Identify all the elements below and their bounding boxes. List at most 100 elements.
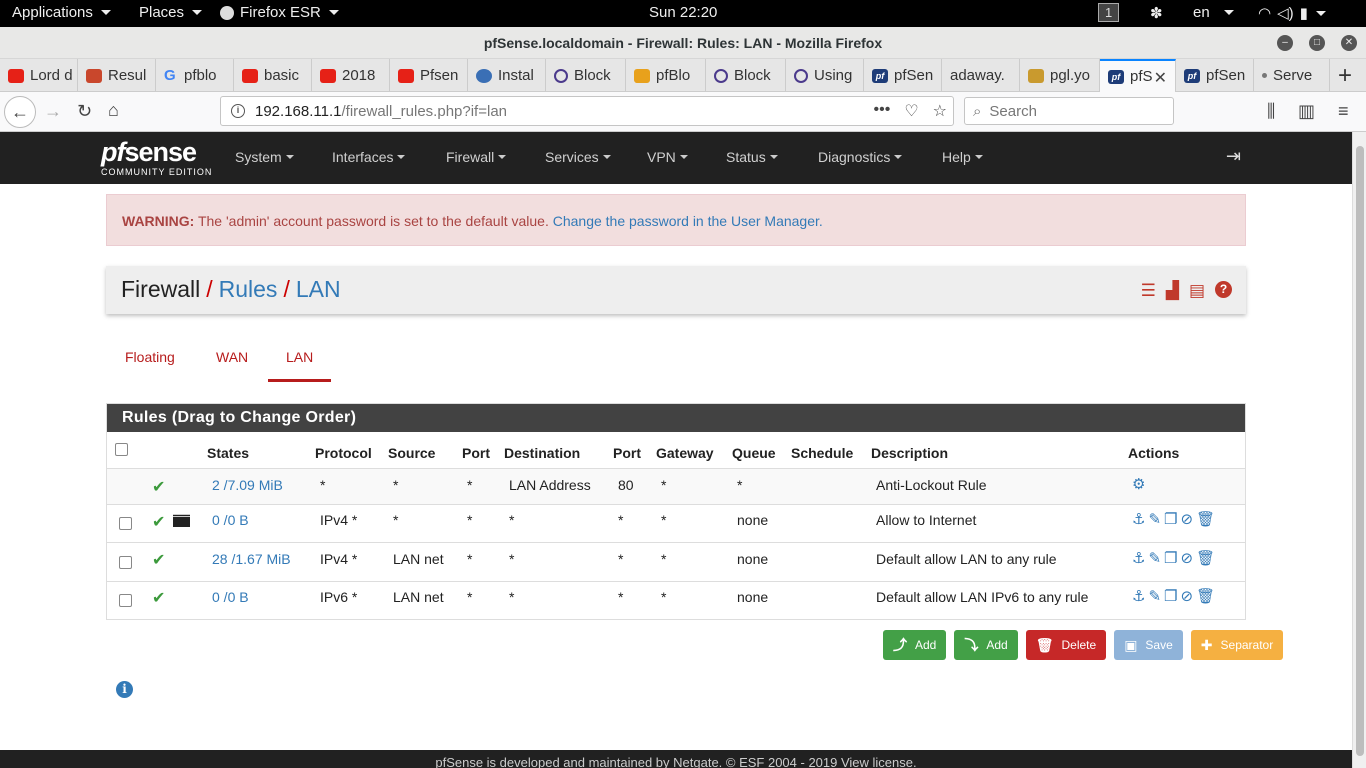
copy-icon[interactable]: ❐ — [1164, 549, 1177, 567]
bar-chart-icon[interactable]: ▟ — [1166, 281, 1179, 301]
sliders-icon[interactable]: ☰ — [1141, 281, 1156, 301]
page-scrollbar[interactable] — [1352, 132, 1366, 768]
select-all-checkbox[interactable] — [115, 443, 128, 456]
close-window-button[interactable]: ✕ — [1341, 35, 1357, 51]
copy-icon[interactable]: ❐ — [1164, 510, 1177, 528]
rule-checkbox[interactable] — [119, 594, 132, 607]
rule-checkbox[interactable] — [119, 556, 132, 569]
menu-help[interactable]: Help — [942, 149, 983, 165]
browser-tab[interactable]: Using — [786, 59, 864, 92]
pencil-icon[interactable]: ✎ — [1148, 549, 1161, 567]
new-tab-button[interactable]: + — [1338, 62, 1352, 90]
disable-icon[interactable]: ⊘ — [1180, 549, 1193, 567]
clock[interactable]: Sun 22:20 — [649, 4, 717, 21]
browser-tab[interactable]: Instal — [468, 59, 546, 92]
rule-states-link[interactable]: 28 /1.67 MiB — [212, 551, 291, 567]
library-icon[interactable]: ⫼ — [1267, 101, 1275, 122]
browser-tab[interactable]: Block — [546, 59, 626, 92]
orange-icon — [634, 68, 650, 83]
accessibility-icon[interactable]: ✽ — [1150, 4, 1163, 22]
pencil-icon[interactable]: ✎ — [1148, 510, 1161, 528]
places-menu[interactable]: Places — [139, 4, 203, 21]
language-menu[interactable]: en — [1193, 4, 1234, 21]
home-button[interactable]: ⌂ — [108, 100, 119, 121]
scroll-thumb[interactable] — [1356, 146, 1364, 756]
back-button[interactable]: ← — [4, 96, 36, 128]
tab-floating[interactable]: Floating — [107, 338, 193, 382]
menu-services[interactable]: Services — [545, 149, 611, 165]
hamburger-menu-icon[interactable]: ≡ — [1338, 101, 1349, 122]
battery-icon: ▮ — [1299, 5, 1308, 22]
browser-tab[interactable]: Gpfblo — [156, 59, 234, 92]
browser-tab[interactable]: Pfsen — [390, 59, 468, 92]
trash-icon[interactable]: 🗑 — [1196, 549, 1215, 567]
ring-icon — [794, 68, 808, 83]
forward-button[interactable]: → — [44, 101, 62, 122]
browser-tab[interactable]: adaway. — [942, 59, 1020, 92]
trash-icon[interactable]: 🗑 — [1196, 587, 1215, 605]
disable-icon[interactable]: ⊘ — [1180, 587, 1193, 605]
tab-wan[interactable]: WAN — [198, 338, 266, 382]
anchor-icon[interactable]: ⚓ — [1132, 587, 1145, 605]
app-menu[interactable]: Firefox ESR — [220, 4, 339, 21]
add-top-button[interactable]: ⤴ Add — [883, 630, 947, 660]
browser-tab[interactable]: Resul — [78, 59, 156, 92]
column-header: Schedule — [791, 445, 854, 461]
reload-button[interactable]: ↻ — [77, 101, 92, 122]
pfsense-logo[interactable]: pfsense COMMUNITY EDITION — [101, 138, 212, 177]
browser-tab[interactable]: pfBlo — [626, 59, 706, 92]
browser-tab[interactable]: pf pfSen — [1176, 59, 1254, 92]
menu-system[interactable]: System — [235, 149, 294, 165]
anchor-icon[interactable]: ⚓ — [1132, 549, 1145, 567]
tab-lan[interactable]: LAN — [268, 338, 332, 382]
sidebar-icon[interactable]: ▥ — [1298, 101, 1315, 122]
menu-interfaces[interactable]: Interfaces — [332, 149, 406, 165]
browser-tab[interactable]: Lord d — [0, 59, 78, 92]
page-actions-icon[interactable]: ••• — [874, 101, 891, 121]
info-icon[interactable]: i — [231, 104, 245, 118]
pocket-icon[interactable]: ♡ — [904, 101, 918, 121]
trash-icon[interactable]: 🗑 — [1196, 510, 1215, 528]
browser-tab[interactable]: pgl.yo — [1020, 59, 1100, 92]
info-icon[interactable]: i — [116, 681, 133, 698]
separator-button[interactable]: ✚ Separator — [1190, 630, 1284, 660]
rule-states-link[interactable]: 2 /7.09 MiB — [212, 477, 283, 493]
menu-diagnostics[interactable]: Diagnostics — [818, 149, 903, 165]
browser-tab[interactable]: Serve — [1254, 59, 1330, 92]
close-icon[interactable]: ✕ — [1154, 68, 1167, 88]
browser-tab[interactable]: Block — [706, 59, 786, 92]
maximize-button[interactable]: □ — [1309, 35, 1325, 51]
workspace-indicator[interactable]: 1 — [1098, 3, 1120, 22]
help-icon[interactable]: ? — [1215, 281, 1232, 298]
browser-tab[interactable]: basic — [234, 59, 312, 92]
change-password-link[interactable]: Change the password in the User Manager. — [553, 213, 823, 229]
browser-tab[interactable]: 2018 — [312, 59, 390, 92]
search-input[interactable]: ⌕ Search — [964, 97, 1174, 125]
logout-icon[interactable]: ⇥ — [1226, 146, 1241, 167]
add-bottom-button[interactable]: ⤵ Add — [954, 630, 1018, 660]
browser-tab-active[interactable]: pf pfS ✕ — [1100, 59, 1176, 92]
copy-icon[interactable]: ❐ — [1164, 587, 1177, 605]
menu-status[interactable]: Status — [726, 149, 778, 165]
anchor-icon[interactable]: ⚓ — [1132, 510, 1145, 528]
bookmark-star-icon[interactable]: ☆ — [933, 101, 947, 121]
rule-states-link[interactable]: 0 /0 B — [212, 589, 249, 605]
minimize-button[interactable]: – — [1277, 35, 1293, 51]
breadcrumb-rules-link[interactable]: Rules — [219, 276, 278, 303]
disable-icon[interactable]: ⊘ — [1180, 510, 1193, 528]
menu-firewall[interactable]: Firewall — [446, 149, 507, 165]
applications-menu[interactable]: Applications — [12, 4, 111, 21]
menu-vpn[interactable]: VPN — [647, 149, 688, 165]
url-bar[interactable]: i 192.168.11.1/firewall_rules.php?if=lan… — [220, 96, 954, 126]
delete-button[interactable]: 🗑 Delete — [1025, 630, 1107, 660]
save-button[interactable]: ▣ Save — [1114, 630, 1183, 660]
system-status-menu[interactable]: ◠ ◁) ▮ — [1258, 4, 1326, 22]
list-icon[interactable]: ▤ — [1189, 281, 1205, 301]
rule-states-link[interactable]: 0 /0 B — [212, 512, 249, 528]
breadcrumb-lan-link[interactable]: LAN — [296, 276, 341, 303]
pencil-icon[interactable]: ✎ — [1148, 587, 1161, 605]
gear-icon[interactable]: ⚙ — [1132, 475, 1145, 493]
rule-checkbox[interactable] — [119, 517, 132, 530]
arrow-down-icon: ⤵ — [964, 637, 979, 653]
browser-tab[interactable]: pf pfSen — [864, 59, 942, 92]
